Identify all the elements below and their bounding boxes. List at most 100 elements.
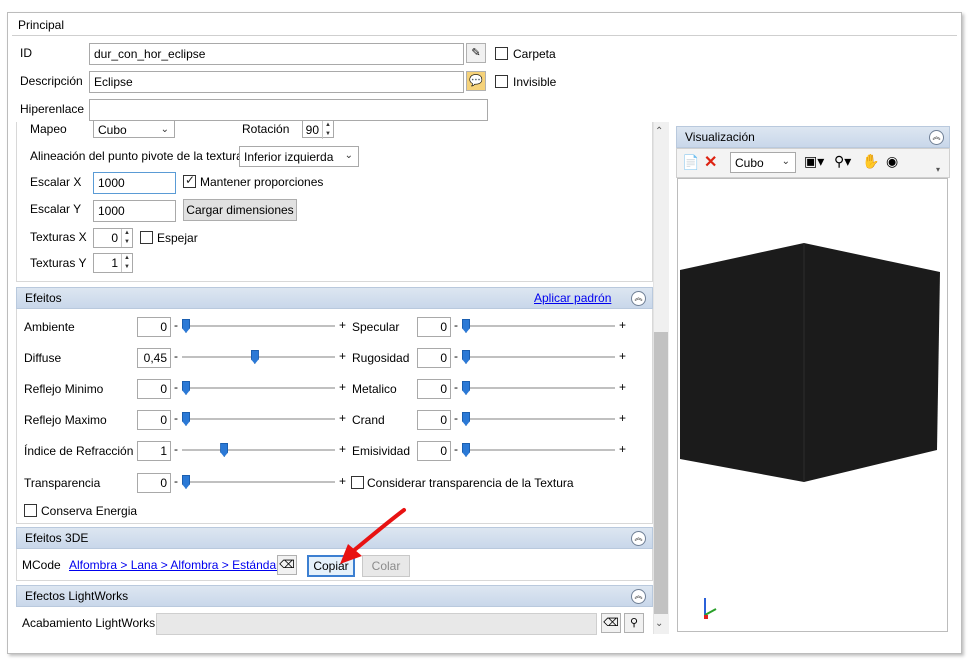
texturas-y-spinner[interactable]: 1 ▲ ▼ (93, 253, 133, 273)
acabamento-label: Acabamiento LightWorks (22, 616, 156, 630)
scroll-down-icon[interactable]: ⌄ (655, 618, 663, 629)
minus-label: - (174, 318, 178, 332)
escalar-y-label: Escalar Y (30, 202, 82, 216)
efeitos3de-title: Efeitos 3DE (25, 531, 89, 545)
binoculars-icon[interactable]: ⚲ (624, 613, 644, 633)
effect-right-slider-track[interactable] (462, 325, 615, 327)
escalar-x-input[interactable]: 1000 (93, 172, 176, 194)
collapse-visualizacion-icon[interactable]: ︽ (929, 130, 944, 145)
preview-viewport[interactable] (677, 178, 948, 632)
plus-label: + (619, 318, 627, 332)
effect-left-slider-track[interactable] (182, 481, 335, 483)
plus-label: + (619, 411, 627, 425)
collapse-efeitos3de-icon[interactable]: ︽ (631, 531, 646, 546)
id-input[interactable]: dur_con_hor_eclipse (89, 43, 464, 65)
comment-icon[interactable]: 💬 (466, 71, 486, 91)
aplicar-padron-link[interactable]: Aplicar padrón (534, 291, 611, 305)
mcode-label: MCode (22, 558, 61, 572)
invisible-checkbox[interactable] (495, 75, 508, 88)
effect-left-value-input[interactable]: 0 (137, 473, 171, 493)
effect-left-value-input[interactable]: 0 (137, 317, 171, 337)
pan-hand-icon[interactable]: ✋ (862, 153, 879, 170)
espejar-checkbox[interactable] (140, 231, 153, 244)
eraser-icon[interactable]: ⌫ (601, 613, 621, 633)
effect-right-value-input[interactable]: 0 (417, 348, 451, 368)
acabamento-input[interactable] (156, 613, 597, 635)
effect-left-label: Índice de Refracción (24, 444, 134, 458)
mantener-label: Mantener proporciones (200, 175, 324, 189)
effect-left-value-input[interactable]: 0 (137, 379, 171, 399)
pivot-select[interactable]: Inferior izquierda ⌄ (239, 146, 359, 167)
id-label: ID (20, 46, 32, 60)
considerar-checkbox[interactable] (351, 476, 364, 489)
pivot-value: Inferior izquierda (244, 150, 334, 164)
collapse-efeitos-icon[interactable]: ︽ (631, 291, 646, 306)
minus-label: - (454, 349, 458, 363)
edit-id-icon[interactable]: ✎ (466, 43, 486, 63)
shape-value: Cubo (735, 156, 764, 170)
plus-label: + (339, 380, 347, 394)
chevron-down-icon: ⌄ (781, 156, 790, 167)
effect-left-value-input[interactable]: 0,45 (137, 348, 171, 368)
effect-right-slider-track[interactable] (462, 387, 615, 389)
effect-left-slider-track[interactable] (182, 387, 335, 389)
escalar-y-input[interactable]: 1000 (93, 200, 176, 222)
mapeo-select[interactable]: Cubo ⌄ (93, 120, 175, 138)
spin-arrows-icon[interactable]: ▲ ▼ (322, 121, 333, 139)
effect-left-label: Reflejo Maximo (24, 413, 107, 427)
texturas-x-label: Texturas X (30, 230, 87, 244)
new-document-icon[interactable]: 📄 (682, 154, 699, 171)
scroll-up-icon[interactable]: ⌃ (655, 126, 663, 137)
rotacion-spinner[interactable]: 90 ▲ ▼ (302, 120, 334, 139)
effect-left-slider-track[interactable] (182, 449, 335, 451)
rotacion-label: Rotación (242, 122, 290, 136)
mcode-link[interactable]: Alfombra > Lana > Alfombra > Estándar (69, 558, 280, 572)
effect-right-value-input[interactable]: 0 (417, 317, 451, 337)
camera-icon[interactable]: ◉ (886, 153, 898, 170)
link-input[interactable] (89, 99, 488, 121)
close-icon[interactable]: ✕ (704, 152, 717, 172)
cargar-dimensiones-button[interactable]: Cargar dimensiones (183, 199, 297, 221)
collapse-lightworks-icon[interactable]: ︽ (631, 589, 646, 604)
minus-label: - (454, 411, 458, 425)
texturas-x-spinner[interactable]: 0 ▲ ▼ (93, 228, 133, 248)
minus-label: - (174, 349, 178, 363)
spin-arrows-icon[interactable]: ▲ ▼ (121, 229, 132, 247)
effect-right-label: Metalico (352, 382, 397, 396)
desc-input[interactable]: Eclipse (89, 71, 464, 93)
conserva-checkbox[interactable] (24, 504, 37, 517)
title-divider (12, 35, 957, 36)
effect-left-slider-track[interactable] (182, 418, 335, 420)
scroll-thumb[interactable] (654, 332, 668, 614)
plus-label: + (339, 474, 347, 488)
effect-right-slider-track[interactable] (462, 418, 615, 420)
zoom-icon[interactable]: ⚲▾ (834, 153, 851, 170)
effect-left-value-input[interactable]: 0 (137, 410, 171, 430)
annotation-arrow-icon (340, 508, 406, 564)
rotacion-value: 90 (305, 123, 319, 137)
effect-right-slider-track[interactable] (462, 449, 615, 451)
carpeta-checkbox[interactable] (495, 47, 508, 60)
minus-label: - (174, 411, 178, 425)
principal-title: Principal (18, 18, 65, 32)
eraser-icon[interactable]: ⌫ (277, 555, 297, 575)
carpeta-label: Carpeta (513, 47, 556, 61)
effect-right-label: Crand (352, 413, 385, 427)
plus-label: + (339, 318, 347, 332)
effect-right-value-input[interactable]: 0 (417, 379, 451, 399)
effect-right-slider-track[interactable] (462, 356, 615, 358)
texturas-y-label: Texturas Y (30, 256, 87, 270)
effect-right-value-input[interactable]: 0 (417, 410, 451, 430)
cube-view-icon[interactable]: ▣▾ (804, 153, 824, 170)
effect-left-value-input[interactable]: 1 (137, 441, 171, 461)
mantener-checkbox[interactable] (183, 173, 196, 188)
cube-shape (680, 243, 940, 482)
toolbar-overflow-icon[interactable]: ▾ (936, 165, 940, 174)
preview-canvas (680, 243, 940, 619)
effect-right-value-input[interactable]: 0 (417, 441, 451, 461)
spin-arrows-icon[interactable]: ▲ ▼ (121, 254, 132, 272)
shape-select[interactable]: Cubo ⌄ (730, 152, 796, 173)
effect-right-label: Specular (352, 320, 400, 334)
desc-label: Descripción (20, 74, 83, 88)
effect-left-slider-track[interactable] (182, 325, 335, 327)
